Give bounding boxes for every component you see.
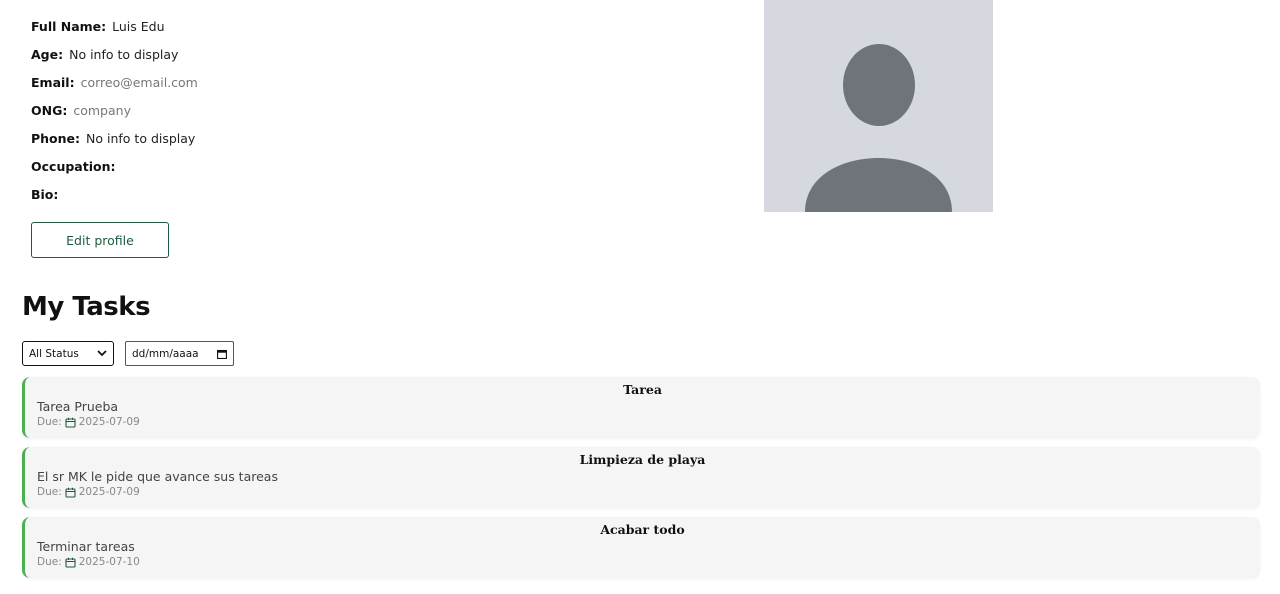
field-value: No info to display — [69, 46, 179, 62]
calendar-icon — [65, 557, 76, 568]
field-age: Age: No info to display — [31, 40, 198, 68]
avatar — [764, 0, 993, 212]
due-date: 2025-07-09 — [78, 416, 140, 428]
task-title: Acabar todo — [600, 522, 685, 537]
user-silhouette-icon — [805, 44, 952, 212]
task-card[interactable]: Limpieza de playa El sr MK le pide que a… — [22, 447, 1260, 508]
task-card[interactable]: Acabar todo Terminar tareas Due: 2025-07… — [22, 517, 1260, 578]
field-occupation: Occupation: — [31, 152, 198, 180]
task-due: Due: 2025-07-09 — [37, 486, 140, 498]
due-label: Due: — [37, 556, 62, 568]
edit-profile-button[interactable]: Edit profile — [31, 222, 169, 258]
task-title: Limpieza de playa — [579, 452, 706, 467]
field-label: Bio: — [31, 186, 59, 202]
profile-page: Full Name: Luis Edu Age: No info to disp… — [0, 0, 1280, 594]
task-description: Terminar tareas — [37, 539, 135, 554]
field-email: Email: correo@email.com — [31, 68, 198, 96]
field-label: Occupation: — [31, 158, 116, 174]
field-value: company — [73, 102, 131, 118]
field-phone: Phone: No info to display — [31, 124, 198, 152]
calendar-icon — [65, 417, 76, 428]
task-list: Tarea Tarea Prueba Due: 2025-07-09 Limpi… — [22, 377, 1260, 587]
task-description: Tarea Prueba — [37, 399, 119, 414]
field-value: No info to display — [86, 130, 196, 146]
status-filter-select[interactable]: All Status — [22, 341, 114, 366]
due-label: Due: — [37, 416, 62, 428]
field-label: Age: — [31, 46, 64, 62]
field-label: Phone: — [31, 130, 81, 146]
due-label: Due: — [37, 486, 62, 498]
field-label: Full Name: — [31, 18, 107, 34]
field-value: correo@email.com — [80, 74, 198, 90]
date-filter-input[interactable]: dd/mm/aaaa — [125, 341, 234, 366]
field-label: ONG: — [31, 102, 68, 118]
field-value: Luis Edu — [112, 18, 165, 34]
field-full-name: Full Name: Luis Edu — [31, 12, 198, 40]
task-title: Tarea — [623, 382, 662, 397]
task-filters: All Status dd/mm/aaaa — [22, 341, 234, 366]
task-due: Due: 2025-07-09 — [37, 416, 140, 428]
field-bio: Bio: — [31, 180, 198, 208]
profile-info: Full Name: Luis Edu Age: No info to disp… — [31, 12, 198, 208]
status-filter-value: All Status — [29, 347, 79, 360]
calendar-icon — [65, 487, 76, 498]
due-date: 2025-07-09 — [78, 486, 140, 498]
tasks-title: My Tasks — [22, 292, 151, 322]
task-due: Due: 2025-07-10 — [37, 556, 140, 568]
due-date: 2025-07-10 — [78, 556, 140, 568]
calendar-icon[interactable] — [217, 349, 227, 359]
date-filter-placeholder: dd/mm/aaaa — [132, 347, 199, 360]
field-label: Email: — [31, 74, 75, 90]
task-description: El sr MK le pide que avance sus tareas — [37, 469, 278, 484]
task-card[interactable]: Tarea Tarea Prueba Due: 2025-07-09 — [22, 377, 1260, 438]
field-ong: ONG: company — [31, 96, 198, 124]
chevron-down-icon — [97, 350, 107, 357]
